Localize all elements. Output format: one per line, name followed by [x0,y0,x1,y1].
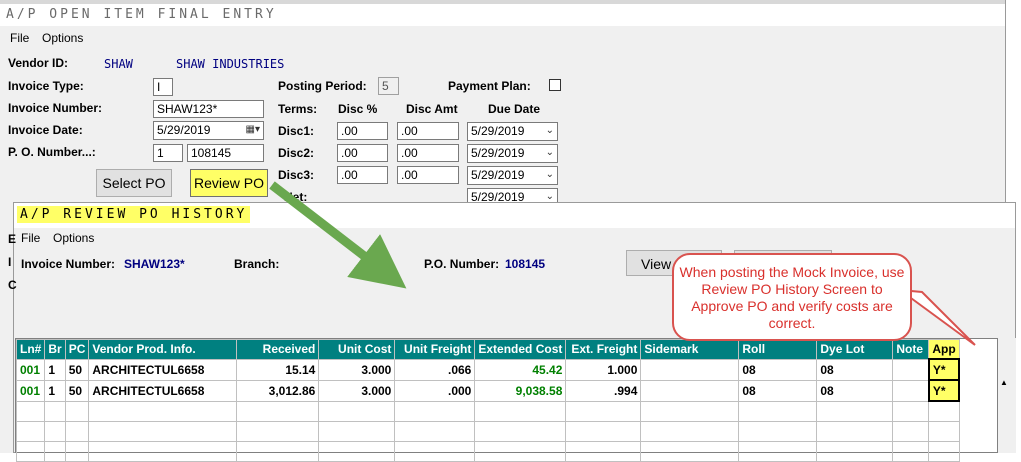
callout-text: When posting the Mock Invoice, use Revie… [679,264,905,331]
annotation-overlay [269,181,976,346]
green-arrow [269,181,407,289]
annotation-callout: When posting the Mock Invoice, use Revie… [672,253,912,341]
